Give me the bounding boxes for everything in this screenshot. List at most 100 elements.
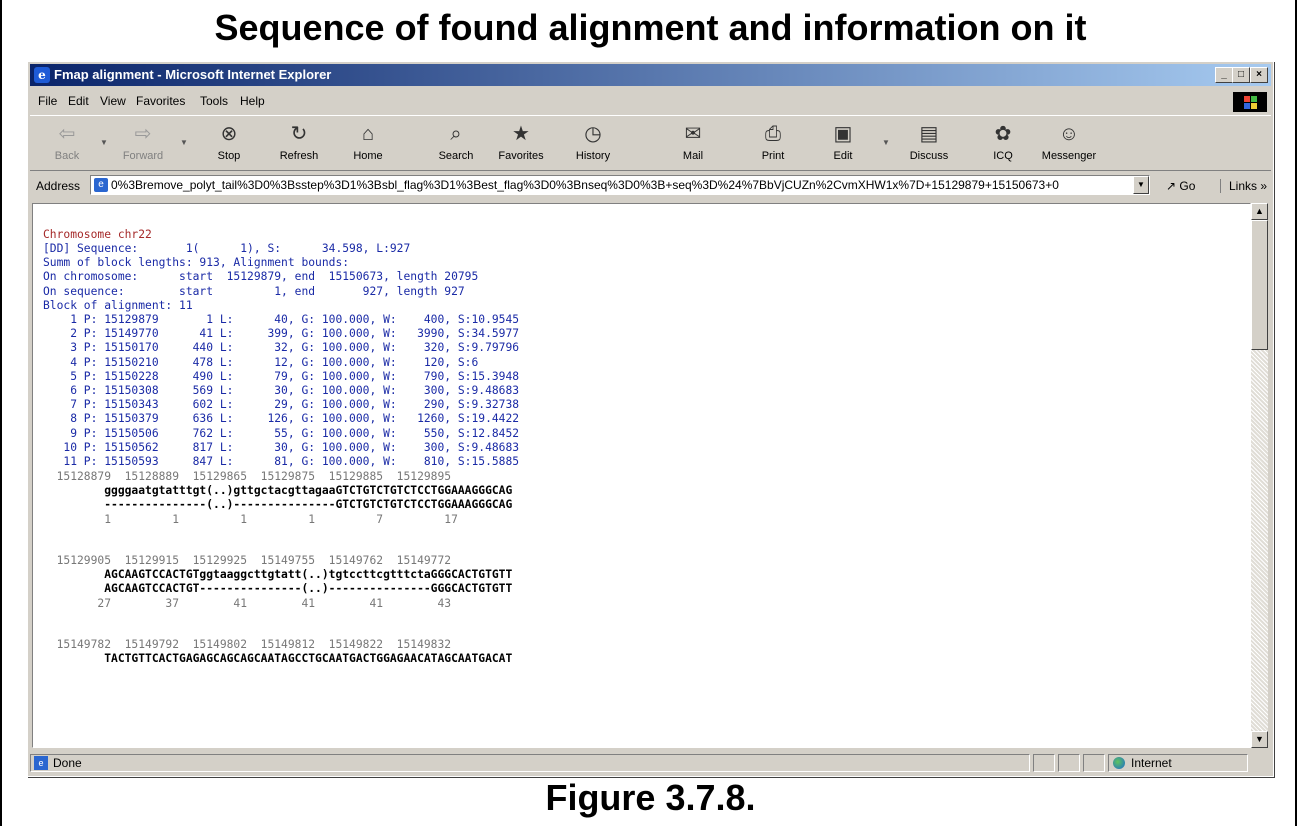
browser-window: e Fmap alignment - Microsoft Internet Ex…: [27, 61, 1274, 777]
favorites-button[interactable]: ★ Favorites: [492, 120, 550, 166]
search-button[interactable]: ⌕ Search: [427, 120, 485, 166]
icq-button[interactable]: ✿ ICQ: [974, 120, 1032, 166]
block-row: 3 P: 15150170 440 L: 32, G: 100.000, W: …: [43, 341, 520, 355]
home-icon: ⌂: [361, 123, 375, 145]
status-cell: [1083, 754, 1105, 772]
block-row: 7 P: 15150343 602 L: 29, G: 100.000, W: …: [43, 398, 520, 412]
scroll-up-icon[interactable]: ▲: [1251, 203, 1268, 220]
status-bar: e Done Internet: [30, 752, 1271, 774]
history-button[interactable]: ◷ History: [564, 120, 622, 166]
vertical-scrollbar[interactable]: ▲ ▼: [1251, 203, 1268, 748]
figure-heading: Sequence of found alignment and informat…: [214, 7, 1087, 48]
alignment-coords: 15129905 15129915 15129925 15149755 1514…: [43, 554, 452, 567]
scroll-thumb[interactable]: [1251, 220, 1268, 350]
block-row: 6 P: 15150308 569 L: 30, G: 100.000, W: …: [43, 384, 520, 398]
mail-icon: ✉: [684, 123, 702, 145]
back-arrow-icon: ⇦: [58, 123, 76, 145]
status-text: Done: [53, 756, 82, 770]
stop-button[interactable]: ⊗ Stop: [200, 120, 258, 166]
page-done-icon: e: [34, 756, 48, 770]
home-button[interactable]: ⌂ Home: [339, 120, 397, 166]
resize-grip-icon[interactable]: [1251, 754, 1271, 772]
address-value[interactable]: 0%3Bremove_polyt_tail%3D0%3Bsstep%3D1%3B…: [111, 178, 1121, 192]
go-arrow-icon: ↗: [1166, 179, 1180, 193]
block-row: 4 P: 15150210 478 L: 12, G: 100.000, W: …: [43, 355, 479, 369]
zone-label: Internet: [1131, 756, 1172, 770]
internet-globe-icon: [1113, 757, 1125, 769]
messenger-person-icon: ☺: [1058, 123, 1080, 145]
alignment-seq-top: AGCAAGTCCACTGTggtaaggcttgtatt(..)tgtcctt…: [43, 568, 513, 582]
block-row: 1 P: 15129879 1 L: 40, G: 100.000, W: 40…: [43, 313, 520, 326]
links-button[interactable]: Links »: [1220, 179, 1267, 193]
title-bar[interactable]: e Fmap alignment - Microsoft Internet Ex…: [30, 64, 1271, 86]
scroll-down-icon[interactable]: ▼: [1251, 731, 1268, 748]
mail-button[interactable]: ✉ Mail: [664, 120, 722, 166]
alignment-block: 15129905 15129915 15129925 15149755 1514…: [43, 554, 513, 611]
menu-file[interactable]: File: [38, 90, 57, 112]
go-button[interactable]: ↗ Go: [1166, 179, 1195, 193]
close-button[interactable]: ×: [1250, 67, 1268, 83]
stop-icon: ⊗: [220, 123, 238, 145]
chromosome-heading: Chromosome chr22: [43, 228, 152, 241]
icq-flower-icon: ✿: [994, 123, 1012, 145]
page-content: Chromosome chr22 [DD] Sequence: 1( 1), S…: [32, 203, 1251, 748]
history-icon: ◷: [584, 123, 602, 145]
security-zone: Internet: [1108, 754, 1248, 772]
status-cell: [1058, 754, 1080, 772]
alignment-seq-bottom: AGCAAGTCCACTGT---------------(..)-------…: [43, 582, 513, 596]
address-label: Address: [36, 179, 81, 193]
block-table: 1 P: 15129879 1 L: 40, G: 100.000, W: 40…: [43, 313, 519, 469]
menu-tools[interactable]: Tools: [200, 90, 228, 112]
alignment-block: 15128879 15128889 15129865 15129875 1512…: [43, 470, 513, 527]
block-row: 10 P: 15150562 817 L: 30, G: 100.000, W:…: [43, 440, 520, 454]
info-lines: [DD] Sequence: 1( 1), S: 34.598, L:927 S…: [43, 242, 479, 312]
back-button[interactable]: ⇦ Back: [38, 120, 96, 166]
print-button[interactable]: ⎙ Print: [744, 120, 802, 166]
discuss-button[interactable]: ▤ Discuss: [900, 120, 958, 166]
messenger-button[interactable]: ☺ Messenger: [1040, 120, 1098, 166]
block-row: 11 P: 15150593 847 L: 81, G: 100.000, W:…: [43, 455, 520, 469]
alignment-positions: 27 37 41 41 41 43: [43, 596, 452, 610]
menu-edit[interactable]: Edit: [68, 90, 89, 112]
menu-view[interactable]: View: [100, 90, 126, 112]
page-icon: e: [94, 178, 108, 192]
menu-help[interactable]: Help: [240, 90, 265, 112]
block-row: 9 P: 15150506 762 L: 55, G: 100.000, W: …: [43, 426, 520, 440]
alignment-positions: 1 1 1 1 7 17: [43, 512, 458, 526]
edit-button[interactable]: ▣ Edit: [814, 120, 872, 166]
alignment-coords: 15128879 15128889 15129865 15129875 1512…: [43, 470, 452, 483]
alignment-coords: 15149782 15149792 15149802 15149812 1514…: [43, 638, 452, 651]
favorites-folder-icon: ★: [512, 123, 530, 145]
address-bar: Address e 0%3Bremove_polyt_tail%3D0%3Bss…: [30, 173, 1271, 199]
back-dropdown-icon[interactable]: ▼: [100, 138, 108, 147]
forward-dropdown-icon[interactable]: ▼: [180, 138, 188, 147]
alignment-seq-bottom: ---------------(..)---------------GTCTGT…: [43, 498, 513, 512]
menu-favorites[interactable]: Favorites: [136, 90, 185, 112]
print-icon: ⎙: [765, 123, 781, 145]
windows-logo-icon: [1233, 92, 1267, 112]
discuss-icon: ▤: [919, 123, 939, 145]
status-main: e Done: [30, 754, 1030, 772]
figure-caption: Figure 3.7.8.: [545, 777, 756, 818]
refresh-icon: ↻: [290, 123, 308, 145]
maximize-button[interactable]: □: [1232, 67, 1250, 83]
toolbar: ⇦ Back ▼ ⇨ Forward ▼ ⊗ Stop ↻ Refresh ⌂ Home …: [30, 115, 1271, 171]
block-row: 5 P: 15150228 490 L: 79, G: 100.000, W: …: [43, 369, 520, 383]
window-title: Fmap alignment - Microsoft Internet Expl…: [54, 67, 332, 82]
search-icon: ⌕: [450, 123, 462, 145]
status-cell: [1033, 754, 1055, 772]
ie-logo-icon: e: [34, 67, 50, 83]
refresh-button[interactable]: ↻ Refresh: [270, 120, 328, 166]
minimize-button[interactable]: _: [1215, 67, 1233, 83]
edit-icon: ▣: [833, 123, 853, 145]
alignment-seq-top: ggggaatgtatttgt(..)gttgctacgttagaaGTCTGT…: [43, 484, 513, 498]
edit-dropdown-icon[interactable]: ▼: [882, 138, 890, 147]
block-row: 2 P: 15149770 41 L: 399, G: 100.000, W: …: [43, 327, 520, 341]
address-dropdown-icon[interactable]: ▼: [1133, 176, 1149, 194]
address-input[interactable]: e 0%3Bremove_polyt_tail%3D0%3Bsstep%3D1%…: [90, 175, 1150, 195]
alignment-seq-top: TACTGTTCACTGAGAGCAGCAGCAATAGCCTGCAATGACT…: [43, 652, 513, 666]
menu-bar: File Edit View Favorites Tools Help: [30, 90, 1271, 112]
alignment-block: 15149782 15149792 15149802 15149812 1514…: [43, 638, 513, 666]
forward-arrow-icon: ⇨: [134, 123, 152, 145]
forward-button[interactable]: ⇨ Forward: [114, 120, 172, 166]
